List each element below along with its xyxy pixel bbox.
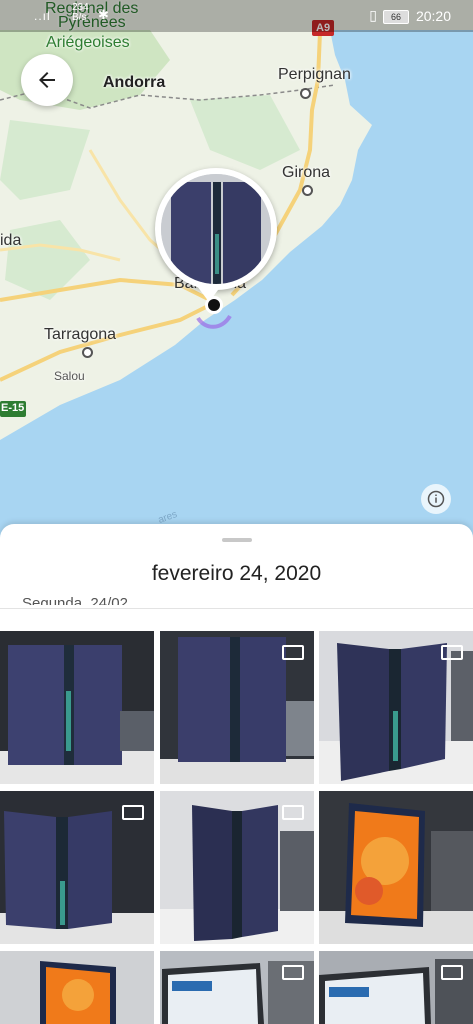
day-subheader: Segunda, 24/02	[22, 595, 128, 605]
panorama-icon	[441, 965, 463, 980]
panorama-icon	[282, 965, 304, 980]
photo-thumbnail[interactable]	[0, 631, 154, 784]
date-title: fevereiro 24, 2020	[151, 562, 322, 585]
map-label-andorra: Andorra	[103, 74, 166, 91]
vibrate-icon: ▯	[369, 7, 377, 23]
photo-thumbnail[interactable]	[0, 951, 154, 1024]
map-label-perpignan: Perpignan	[278, 66, 351, 83]
photo-image	[319, 951, 473, 1024]
phone-photo-image	[161, 174, 271, 284]
road-label-e15: E-15	[1, 402, 25, 414]
photo-image	[0, 631, 154, 784]
photo-thumbnail[interactable]	[0, 791, 154, 944]
arrow-left-icon	[39, 72, 55, 88]
photo-image	[160, 951, 314, 1024]
map-info-button[interactable]	[421, 484, 451, 514]
sheet-drag-handle[interactable]	[222, 538, 252, 542]
bluetooth-icon: ✱	[98, 7, 109, 22]
map-dot-perpignan	[300, 88, 311, 99]
clock: 20:20	[415, 8, 451, 24]
photo-thumbnail[interactable]	[160, 631, 314, 784]
map-dot-girona	[302, 185, 313, 196]
panorama-icon	[282, 645, 304, 660]
panorama-icon	[122, 805, 144, 820]
back-button[interactable]	[21, 54, 73, 106]
map-label-girona: Girona	[282, 164, 331, 181]
panorama-icon	[441, 645, 463, 660]
photo-thumbnail[interactable]	[319, 951, 473, 1024]
photo-image	[319, 791, 473, 944]
network-speed: 234 B/s	[72, 2, 89, 23]
location-dot	[205, 296, 223, 314]
map-label-ariegeoises: Ariégeoises	[46, 34, 130, 51]
battery-icon: 66	[383, 10, 409, 24]
map-dot-tarragona	[82, 347, 93, 358]
photo-thumbnail[interactable]	[160, 951, 314, 1024]
info-icon	[427, 490, 445, 508]
panorama-icon	[282, 805, 304, 820]
photo-location-pin[interactable]	[155, 168, 277, 290]
divider	[0, 608, 473, 609]
map-label-tarragona: Tarragona	[44, 326, 117, 343]
map-label-lleida: ida	[0, 232, 22, 249]
status-bar: ..ıl 234 B/s ✱ ▯ 66 20:20	[0, 0, 473, 32]
photo-thumbnail[interactable]	[319, 791, 473, 944]
photo-thumbnail[interactable]	[319, 631, 473, 784]
photo-thumbnail[interactable]	[160, 791, 314, 944]
map-label-salou: Salou	[54, 369, 85, 383]
pin-photo-thumbnail	[161, 174, 271, 284]
photo-image	[0, 951, 154, 1024]
signal-icon: ..ıl	[34, 9, 51, 23]
